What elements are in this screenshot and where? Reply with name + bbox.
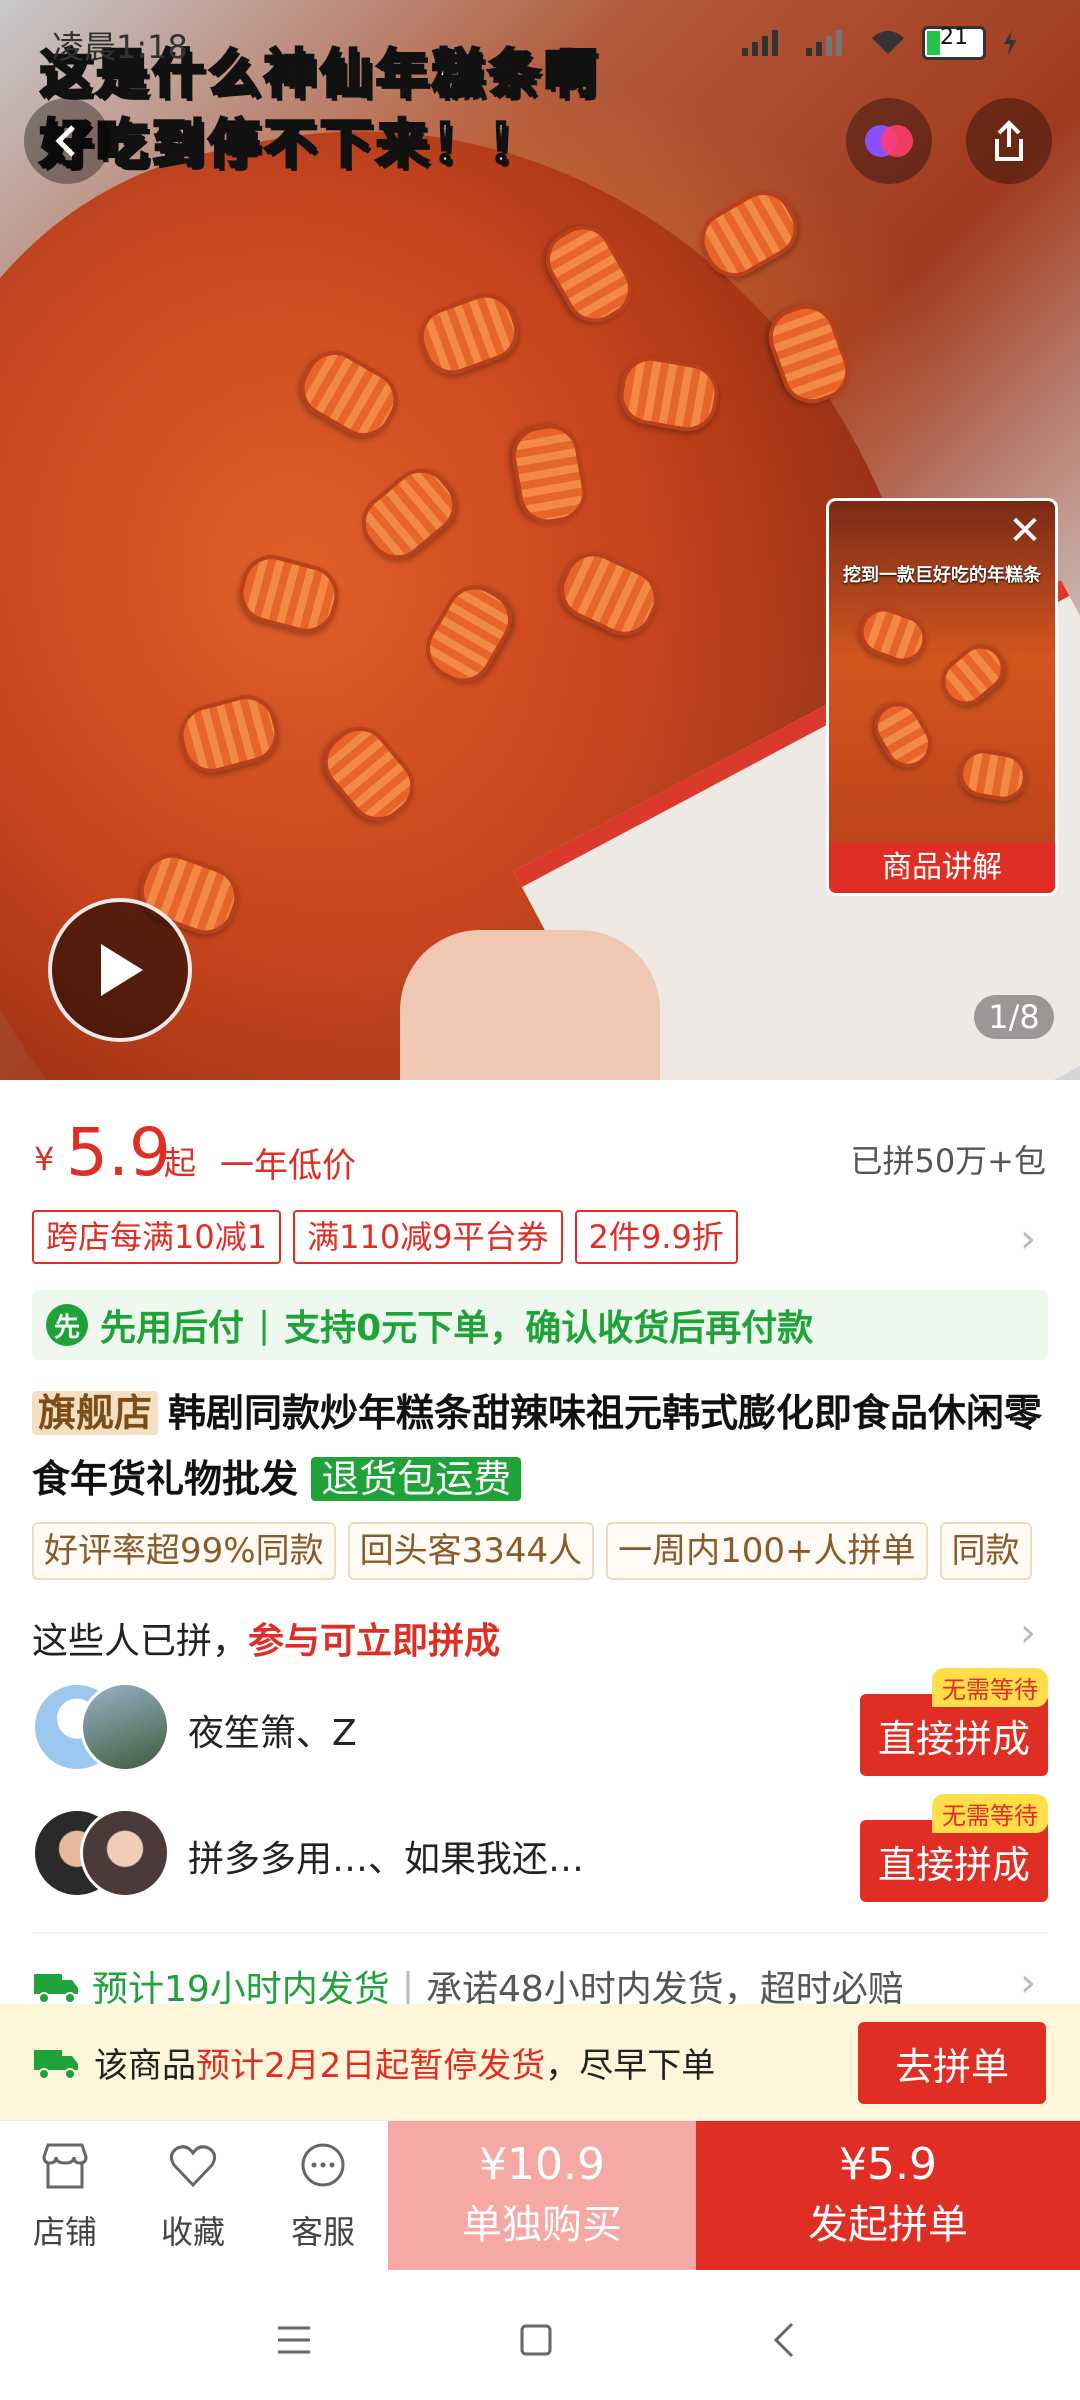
shop-button[interactable]: 店铺 bbox=[10, 2139, 120, 2253]
banner-line-2: 好吃到停不下来！！ bbox=[39, 114, 545, 177]
favorite-label: 收藏 bbox=[160, 2213, 225, 2251]
shipping-pause-notice: 该商品 预计2月2日起暂停发货 ，尽早下单 去拼单 bbox=[0, 2004, 1080, 2120]
chevron-right-icon[interactable]: › bbox=[1020, 1216, 1036, 1262]
avatar-group bbox=[32, 1682, 172, 1772]
divider bbox=[32, 1932, 1048, 1934]
free-return-badge: 退货包运费 bbox=[311, 1457, 522, 1501]
share-icon bbox=[995, 120, 1023, 161]
sold-count: 已拼50万+包 bbox=[850, 1142, 1046, 1180]
system-navigation-bar bbox=[0, 2270, 1080, 2400]
avatar bbox=[80, 1808, 170, 1898]
status-icons: 21 bbox=[740, 25, 1020, 60]
truck-icon bbox=[34, 1974, 78, 2004]
coupon-tag[interactable]: 2件9.9折 bbox=[574, 1210, 738, 1264]
brand-logo-icon bbox=[865, 125, 913, 157]
start-group-button[interactable]: ¥5.9 发起拼单 bbox=[696, 2121, 1080, 2271]
pay-later-banner[interactable]: 先 先用后付 | 支持0元下单，确认收货后再付款 bbox=[32, 1290, 1048, 1360]
price-row: ¥ 5.9 起 一年低价 已拼50万+包 bbox=[34, 1112, 1046, 1192]
pasta-piece bbox=[955, 745, 1031, 805]
battery-icon: 21 bbox=[922, 25, 986, 60]
service-label: 客服 bbox=[290, 2213, 355, 2251]
pasta-piece bbox=[852, 600, 934, 670]
coupon-tag[interactable]: 跨店每满10减1 bbox=[32, 1210, 282, 1264]
avatar bbox=[80, 1682, 170, 1772]
pause-suffix: ，尽早下单 bbox=[545, 2045, 716, 2086]
image-counter: 1/8 bbox=[974, 995, 1054, 1039]
pay-later-title: 先用后付 bbox=[100, 1308, 245, 1349]
mini-video-caption: 挖到一款巨好吃的年糕条 bbox=[843, 565, 1041, 586]
buy-alone-button[interactable]: ¥10.9 单独购买 bbox=[388, 2121, 696, 2271]
status-time: 凌晨1:18 bbox=[52, 28, 188, 66]
price-suffix: 起 bbox=[164, 1144, 197, 1182]
chevron-right-icon[interactable]: › bbox=[1020, 1960, 1036, 2006]
shop-label: 店铺 bbox=[32, 2213, 97, 2251]
product-tags: 好评率超99%同款 回头客3344人 一周内100+人拼单 同款 bbox=[32, 1522, 1032, 1580]
hand bbox=[400, 930, 660, 1080]
price-value: 5.9 bbox=[66, 1114, 171, 1191]
pause-date: 预计2月2日起暂停发货 bbox=[196, 2045, 546, 2086]
product-tag: 一周内100+人拼单 bbox=[606, 1522, 928, 1580]
coupon-list[interactable]: 跨店每满10减1 满110减9平台券 2件9.9折 bbox=[32, 1210, 738, 1264]
signal-icon bbox=[742, 30, 778, 56]
start-group-label: 发起拼单 bbox=[808, 2202, 968, 2248]
pay-later-desc: 支持0元下单，确认收货后再付款 bbox=[284, 1308, 814, 1349]
close-icon[interactable]: ✕ bbox=[1003, 509, 1047, 553]
no-wait-badge: 无需等待 bbox=[932, 1668, 1048, 1707]
group-row: 夜笙箫、Z 直接拼成 无需等待 bbox=[32, 1668, 1048, 1776]
share-button[interactable] bbox=[966, 98, 1052, 184]
heart-icon bbox=[169, 2145, 217, 2188]
wifi-icon bbox=[872, 31, 904, 54]
charging-icon bbox=[1004, 30, 1016, 56]
play-icon bbox=[101, 944, 143, 996]
avatar-group bbox=[32, 1808, 172, 1898]
group-price: ¥5.9 bbox=[839, 2139, 937, 2190]
group-buy-heading[interactable]: 这些人已拼，参与可立即拼成 bbox=[32, 1612, 500, 1664]
signal-icon bbox=[806, 30, 842, 56]
chevron-left-icon bbox=[55, 125, 75, 157]
divider: | bbox=[401, 1965, 414, 2007]
product-explain-label[interactable]: 商品讲解 bbox=[829, 843, 1055, 893]
pause-prefix: 该商品 bbox=[94, 2045, 196, 2086]
bottom-action-bar: 店铺 收藏 客服 ¥10.9 单独购买 ¥5.9 发起拼单 bbox=[0, 2120, 1080, 2271]
pasta-piece bbox=[865, 693, 941, 777]
pasta-piece bbox=[931, 634, 1015, 716]
chevron-right-icon[interactable]: › bbox=[1020, 1610, 1036, 1656]
store-icon bbox=[42, 2143, 88, 2189]
customer-service-button[interactable]: 客服 bbox=[268, 2139, 378, 2253]
price-note: 一年低价 bbox=[220, 1146, 356, 1186]
status-bar: 凌晨1:18 21 bbox=[0, 0, 1080, 80]
product-tag: 同款 bbox=[939, 1522, 1032, 1580]
buy-alone-price: ¥10.9 bbox=[479, 2139, 605, 2190]
coupon-tag[interactable]: 满110减9平台券 bbox=[293, 1210, 563, 1264]
chat-icon bbox=[301, 2143, 345, 2187]
flagship-store-badge: 旗舰店 bbox=[32, 1391, 159, 1435]
group-heading-highlight: 参与可立即拼成 bbox=[248, 1621, 501, 1662]
group-heading-text: 这些人已拼， bbox=[32, 1621, 249, 1662]
product-title-text: 韩剧同款炒年糕条甜辣味祖元韩式膨化即食品休闲零食年货礼物批发 bbox=[32, 1391, 1043, 1501]
currency-symbol: ¥ bbox=[34, 1140, 55, 1178]
back-icon[interactable] bbox=[756, 2310, 816, 2370]
video-app-button[interactable] bbox=[846, 98, 932, 184]
divider: | bbox=[258, 1304, 271, 1346]
no-wait-badge: 无需等待 bbox=[932, 1794, 1048, 1833]
pay-later-icon: 先 bbox=[46, 1304, 88, 1346]
buy-alone-label: 单独购买 bbox=[462, 2202, 622, 2248]
product-tag: 好评率超99%同款 bbox=[32, 1522, 336, 1580]
favorite-button[interactable]: 收藏 bbox=[138, 2139, 248, 2253]
menu-icon[interactable] bbox=[264, 2310, 324, 2370]
go-group-button[interactable]: 去拼单 bbox=[858, 2022, 1046, 2104]
battery-level: 21 bbox=[940, 25, 968, 50]
product-title: 旗舰店 韩剧同款炒年糕条甜辣味祖元韩式膨化即食品休闲零食年货礼物批发 退货包运费 bbox=[32, 1380, 1052, 1512]
floating-video-window[interactable]: ✕ 挖到一款巨好吃的年糕条 商品讲解 bbox=[826, 498, 1058, 896]
home-icon[interactable] bbox=[506, 2310, 566, 2370]
group-member-names: 夜笙箫、Z bbox=[188, 1713, 357, 1754]
play-video-button[interactable] bbox=[48, 898, 192, 1042]
group-member-names: 拼多多用…、如果我还… bbox=[188, 1839, 585, 1880]
group-row: 拼多多用…、如果我还… 直接拼成 无需等待 bbox=[32, 1794, 1048, 1902]
truck-icon bbox=[34, 2050, 78, 2080]
back-button[interactable] bbox=[24, 98, 110, 184]
product-tag: 回头客3344人 bbox=[347, 1522, 595, 1580]
